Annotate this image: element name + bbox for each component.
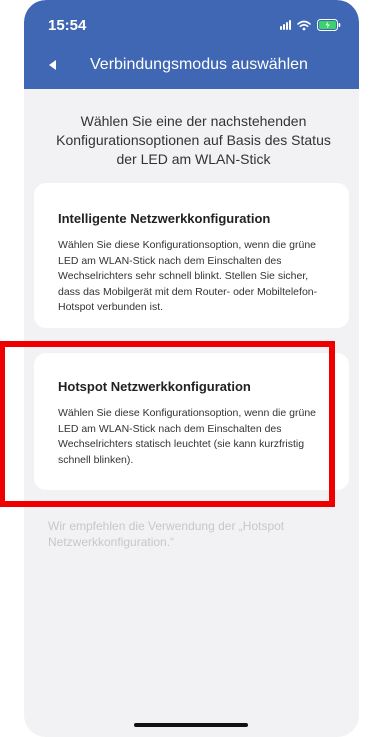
option-description: Wählen Sie diese Konfigurationsoption, w… — [58, 239, 318, 313]
option-title: Intelligente Netzwerkkonfiguration — [58, 211, 271, 226]
option-card-intelligent[interactable]: Intelligente Netzwerkkonfiguration Wähle… — [34, 183, 349, 328]
back-arrow-icon — [49, 60, 56, 70]
page-title: Verbindungsmodus auswählen — [90, 56, 308, 73]
wifi-icon — [297, 20, 311, 31]
recommendation-text: Wir empfehlen die Verwendung der „Hotspo… — [48, 519, 285, 549]
intro-text: Wählen Sie eine der nachstehenden Konfig… — [56, 113, 331, 167]
highlight-box — [0, 341, 335, 507]
signal-icon — [280, 20, 291, 30]
status-time: 15:54 — [48, 17, 87, 34]
battery-charging-icon — [317, 19, 341, 31]
app-header: 15:54 Verbindungsmodus auswählen — [24, 0, 359, 89]
back-button[interactable] — [42, 55, 62, 75]
status-icons — [280, 19, 341, 31]
home-indicator[interactable] — [134, 723, 248, 727]
